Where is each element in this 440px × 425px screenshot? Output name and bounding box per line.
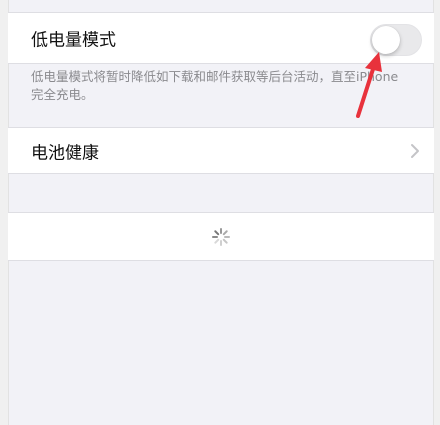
activity-spinner-icon xyxy=(212,227,230,246)
chevron-right-icon xyxy=(411,143,419,158)
screen-right-edge xyxy=(433,0,440,425)
battery-health-label: 电池健康 xyxy=(31,143,99,163)
low-power-mode-label: 低电量模式 xyxy=(31,30,116,51)
low-power-mode-description: 低电量模式将暂时降低如下载和邮件获取等后台活动，直至iPhone完全充电。 xyxy=(31,69,399,102)
red-arrow-icon xyxy=(356,52,382,118)
battery-health-row[interactable]: 电池健康 xyxy=(8,127,434,174)
toggle-knob xyxy=(372,26,400,54)
loading-row xyxy=(8,212,434,261)
